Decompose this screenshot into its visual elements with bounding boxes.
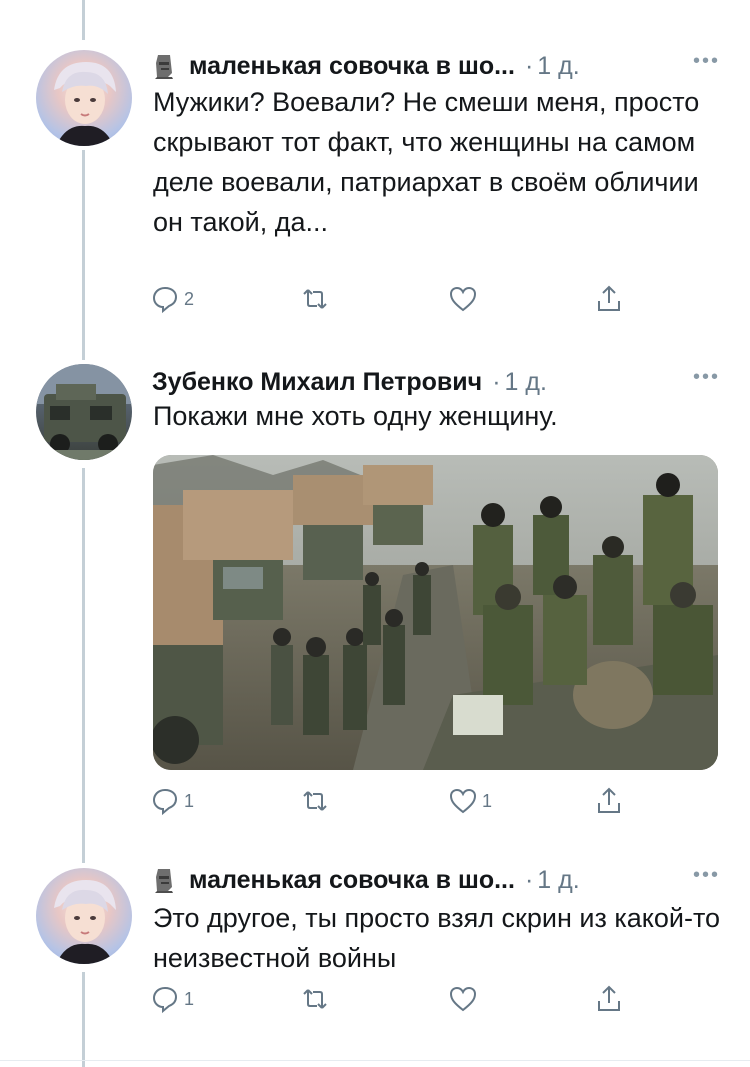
separator-dot: · — [524, 865, 534, 894]
avatar[interactable] — [36, 364, 132, 460]
avatar[interactable] — [36, 50, 132, 146]
heart-icon — [449, 986, 477, 1012]
author-name[interactable]: маленькая совочка в шо... — [189, 52, 515, 81]
tweet-text: Это другое, ты просто взял скрин из како… — [153, 903, 721, 973]
share-icon — [598, 787, 620, 813]
moai-icon — [155, 869, 173, 893]
bottom-divider — [0, 1060, 750, 1061]
reply-button[interactable]: 1 — [150, 984, 194, 1014]
tweet-photo[interactable] — [153, 455, 718, 770]
share-button[interactable] — [594, 284, 624, 314]
tweet-header: маленькая совочка в шо... · 1 д. ••• — [153, 46, 720, 86]
share-button[interactable] — [594, 786, 624, 816]
tweet[interactable]: маленькая совочка в шо... · 1 д. ••• Это… — [0, 864, 750, 1058]
retweet-icon — [303, 989, 327, 1009]
avatar-image — [54, 880, 116, 964]
moai-icon — [155, 55, 173, 79]
action-bar: 1 — [150, 984, 630, 1020]
separator-dot: · — [524, 51, 534, 80]
avatar[interactable] — [36, 868, 132, 964]
reply-count: 2 — [184, 288, 195, 309]
reply-button[interactable]: 1 — [150, 786, 194, 816]
tweet-text: Мужики? Воевали? Не смеши меня, просто с… — [153, 87, 700, 237]
more-options-icon[interactable]: ••• — [693, 864, 720, 887]
reply-icon — [152, 986, 178, 1014]
action-bar: 1 1 — [150, 786, 630, 822]
timestamp[interactable]: 1 д. — [537, 866, 579, 895]
share-button[interactable] — [594, 984, 624, 1014]
like-button[interactable]: 1 — [448, 786, 492, 816]
retweet-button[interactable] — [300, 984, 334, 1014]
reply-icon — [152, 286, 178, 314]
retweet-button[interactable] — [300, 284, 334, 314]
reply-count: 1 — [184, 988, 195, 1009]
heart-icon — [449, 788, 477, 814]
share-icon — [598, 285, 620, 311]
separator-dot: · — [492, 367, 501, 396]
timestamp[interactable]: 1 д. — [505, 368, 547, 397]
avatar-image — [36, 364, 132, 460]
retweet-button[interactable] — [300, 786, 334, 816]
like-count: 1 — [482, 790, 493, 811]
like-button[interactable] — [448, 984, 482, 1014]
reply-button[interactable]: 2 — [150, 284, 194, 314]
retweet-icon — [303, 791, 327, 811]
tweet[interactable]: маленькая совочка в шо... · 1 д. ••• Муж… — [0, 46, 750, 346]
tweet-text: Покажи мне хоть одну женщину. — [153, 401, 558, 431]
retweet-icon — [303, 289, 327, 309]
more-options-icon[interactable]: ••• — [693, 366, 720, 389]
share-icon — [598, 985, 620, 1011]
heart-icon — [449, 286, 477, 312]
timestamp[interactable]: 1 д. — [537, 52, 579, 81]
thread-line — [82, 0, 85, 40]
avatar-image — [54, 62, 116, 146]
action-bar: 2 — [150, 284, 630, 320]
reply-icon — [152, 788, 178, 816]
author-name[interactable]: маленькая совочка в шо... — [189, 866, 515, 895]
more-options-icon[interactable]: ••• — [693, 50, 720, 73]
tweet-header: маленькая совочка в шо... · 1 д. ••• — [153, 860, 720, 900]
soldiers-photo — [153, 455, 718, 770]
author-name[interactable]: Зубенко Михаил Петрович — [152, 368, 482, 397]
reply-count: 1 — [184, 790, 195, 811]
like-button[interactable] — [448, 284, 482, 314]
